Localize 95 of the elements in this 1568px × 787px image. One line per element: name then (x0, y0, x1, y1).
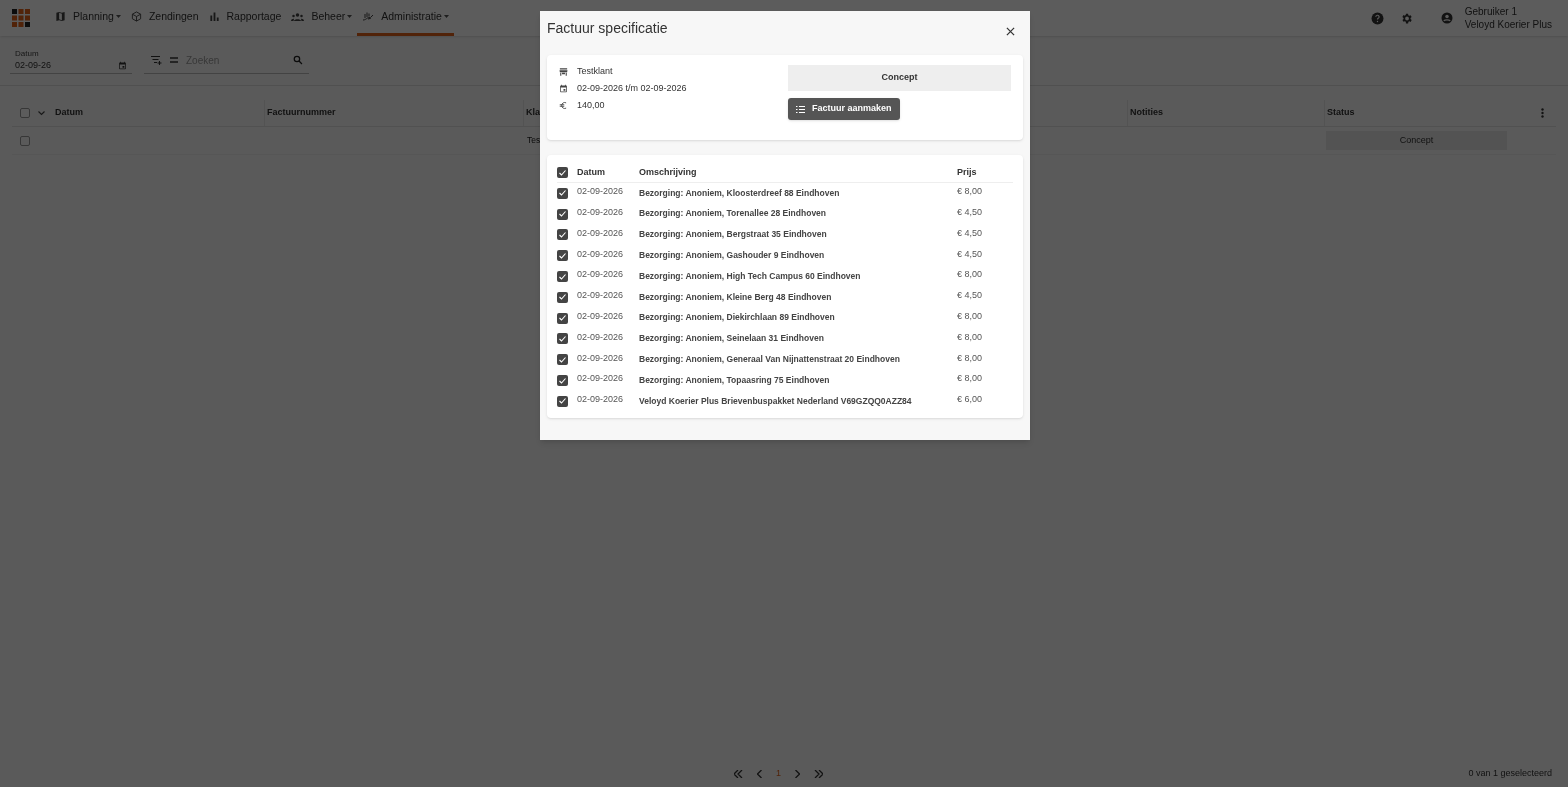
column-header[interactable]: Status (1327, 106, 1355, 120)
checkbox[interactable] (557, 250, 568, 262)
first-page-icon[interactable] (734, 770, 743, 778)
select-all-checkbox[interactable] (20, 108, 30, 118)
table-cell: € 4,50 (957, 248, 983, 259)
table-cell: € 4,50 (957, 206, 983, 217)
table-cell: 02-09-2026 (577, 269, 624, 280)
table-cell: € 8,00 (957, 331, 983, 342)
column-header[interactable]: Kla (526, 106, 540, 120)
table-cell: € 8,00 (957, 352, 983, 363)
column-header[interactable]: Notities (1130, 106, 1163, 120)
dialog-title: Factuur specificatie (547, 19, 668, 38)
customer-name: Testklant (577, 64, 613, 78)
table-cell: 02-09-2026 (577, 227, 624, 238)
table-cell: 02-09-2026 (577, 248, 624, 259)
more-options-icon[interactable] (1541, 108, 1544, 118)
column-header[interactable]: Datum (55, 106, 83, 120)
page-number-button[interactable]: 1 (776, 767, 781, 781)
store-icon (559, 67, 568, 76)
checkbox[interactable] (557, 395, 568, 407)
column-header[interactable]: Datum (577, 166, 605, 177)
table-cell: 02-09-2026 (577, 290, 624, 301)
date-value: 02-09-26 (15, 60, 52, 70)
table-cell: € 4,50 (957, 227, 983, 238)
next-page-icon[interactable] (795, 770, 800, 778)
status-badge: Concept (788, 65, 1011, 91)
last-page-icon[interactable] (814, 770, 823, 778)
column-header[interactable]: Prijs (957, 166, 977, 177)
table-cell: Bezorging: Anoniem, Topaasring 75 Eindhoven (639, 374, 830, 385)
list-icon (796, 105, 805, 113)
filter-add-icon[interactable] (150, 55, 162, 65)
selection-count: 0 van 1 geselecteerd (1468, 767, 1552, 781)
table-cell: Bezorging: Anoniem, Generaal Van Nijnattenstraat 20 Eindhoven (639, 354, 900, 364)
table-cell: 02-09-2026 (577, 310, 624, 321)
invoice-amount: 140,00 (577, 98, 605, 112)
checkbox[interactable] (557, 312, 568, 324)
previous-page-icon[interactable] (757, 770, 762, 778)
people-icon (291, 11, 305, 22)
nav-menu-item[interactable]: Zendingen (125, 0, 204, 36)
checkbox[interactable] (557, 208, 568, 220)
create-invoice-button[interactable]: Factuur aanmaken (788, 98, 900, 120)
nav-menu-item[interactable]: Beheer (286, 0, 358, 36)
calendar-icon[interactable] (118, 60, 127, 70)
bar-chart-icon (208, 11, 220, 22)
equals-icon[interactable] (170, 57, 178, 63)
table-cell: 02-09-2026 (577, 331, 624, 342)
checkbox[interactable] (557, 354, 568, 366)
table-cell: 02-09-2026 (577, 352, 624, 363)
column-header[interactable]: Factuurnummer (267, 106, 336, 120)
table-cell: € 4,50 (957, 290, 983, 301)
account-icon[interactable] (1440, 12, 1453, 24)
row-checkbox[interactable] (20, 135, 30, 146)
table-cell: 02-09-2026 (577, 373, 624, 384)
euro-icon (559, 101, 568, 110)
table-cell: Bezorging: Anoniem, Kloosterdreef 88 Eindhoven (639, 187, 840, 198)
checkbox[interactable] (557, 167, 568, 178)
app-grid-icon[interactable] (12, 9, 30, 27)
close-icon[interactable] (1006, 27, 1015, 36)
calendar-icon (559, 84, 568, 93)
nav-menu-item[interactable]: Planning (50, 0, 126, 36)
checkbox[interactable] (557, 375, 568, 387)
table-cell: Bezorging: Anoniem, Diekirchlaan 89 Eindhoven (639, 312, 835, 323)
table-cell: € 6,00 (957, 394, 983, 405)
table-cell: Bezorging: Anoniem, High Tech Campus 60 Eindhoven (639, 270, 861, 281)
hand-chart-icon (362, 11, 375, 22)
chevron-down-icon[interactable] (38, 110, 45, 116)
table-cell: Veloyd Koerier Plus Brievenbuspakket Nederland V69GZQQ0AZZ84 (639, 395, 912, 406)
table-cell: 02-09-2026 (577, 186, 624, 197)
help-icon[interactable] (1370, 11, 1384, 25)
table-cell: Tes (527, 134, 541, 145)
table-cell: Bezorging: Anoniem, Kleine Berg 48 Eindhoven (639, 291, 832, 302)
search-icon[interactable] (293, 55, 303, 65)
checkbox[interactable] (557, 291, 568, 303)
user-name: Gebruiker 1 (1464, 5, 1518, 18)
table-cell: Bezorging: Anoniem, Bergstraat 35 Eindhoven (639, 229, 827, 240)
table-cell: Bezorging: Anoniem, Seinelaan 31 Eindhoven (639, 333, 824, 344)
table-cell: Bezorging: Anoniem, Torenallee 28 Eindhoven (639, 208, 827, 219)
table-cell: 02-09-2026 (577, 206, 624, 217)
table-cell: 02-09-2026 (577, 394, 624, 405)
column-header[interactable]: Omschrijving (639, 166, 697, 177)
nav-menu-item[interactable]: Rapportage (203, 0, 287, 36)
table-cell: Bezorging: Anoniem, Gashouder 9 Eindhoven (639, 250, 825, 261)
table-cell: € 8,00 (957, 186, 983, 197)
invoice-period: 02-09-2026 t/m 02-09-2026 (577, 81, 687, 95)
table-cell: € 8,00 (957, 269, 983, 280)
company-name: Veloyd Koerier Plus (1464, 18, 1552, 31)
checkbox[interactable] (557, 229, 568, 241)
map-icon (55, 11, 66, 22)
checkbox[interactable] (557, 271, 568, 283)
table-cell: € 8,00 (957, 373, 983, 384)
nav-menu-item[interactable]: Administratie (357, 0, 454, 36)
checkbox[interactable] (557, 333, 568, 345)
checkbox[interactable] (557, 187, 568, 199)
table-cell: € 8,00 (957, 310, 983, 321)
cube-icon (130, 11, 142, 22)
